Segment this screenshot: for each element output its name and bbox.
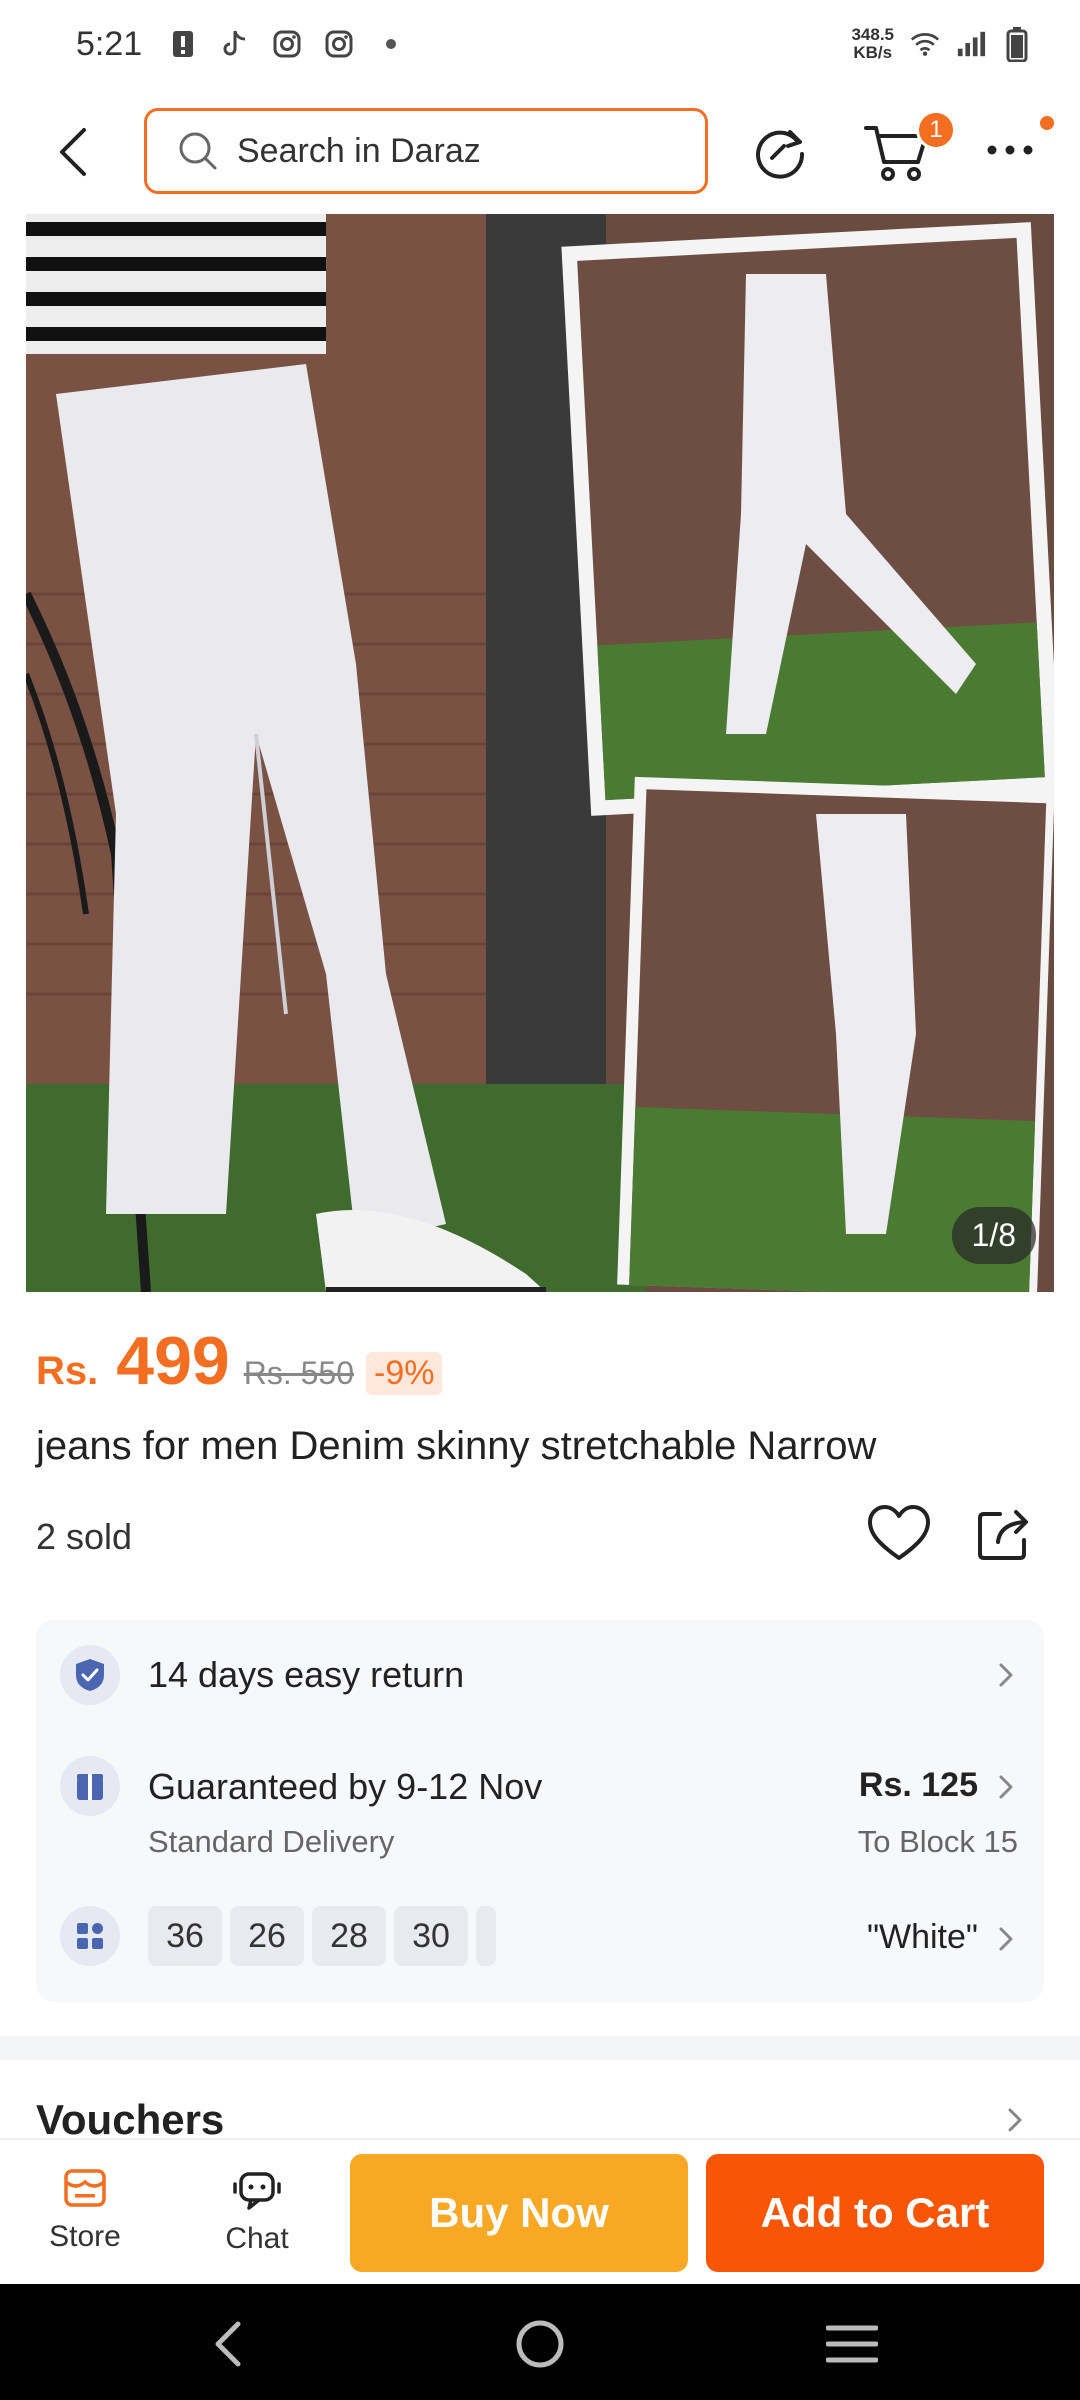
size-option-36[interactable]: 36: [148, 1906, 222, 1966]
section-divider: [0, 2036, 1080, 2060]
store-icon: [64, 2169, 106, 2207]
search-icon: [179, 132, 217, 170]
signal-icon: [956, 29, 986, 59]
selected-color: "White": [866, 1918, 978, 1956]
status-right: 348.5 KB/s: [851, 26, 1032, 62]
chevron-right-icon: [994, 1769, 1018, 1805]
system-back-icon: [215, 2321, 241, 2367]
network-speed: 348.5 KB/s: [851, 26, 894, 62]
buy-now-button[interactable]: Buy Now: [350, 2154, 688, 2272]
currency-label: Rs.: [36, 1349, 99, 1393]
grid-icon: [60, 1906, 120, 1966]
alert-icon: [168, 29, 198, 59]
delivery-fee: Rs. 125: [858, 1766, 978, 1804]
heart-icon: [868, 1505, 930, 1560]
chat-button[interactable]: Chat: [202, 2168, 312, 2264]
refresh-button[interactable]: [750, 122, 810, 182]
product-photo: [26, 214, 1054, 1292]
more-icon: [987, 145, 1033, 155]
delivery-row[interactable]: Guaranteed by 9-12 Nov Standard Delivery…: [36, 1730, 1044, 1860]
discount-badge: -9%: [366, 1352, 443, 1395]
package-icon: [60, 1756, 120, 1816]
image-counter: 1/8: [951, 1207, 1036, 1264]
refresh-icon: [756, 130, 805, 179]
chevron-right-icon: [994, 1921, 1018, 1957]
price-row: Rs. 499 Rs. 550 -9%: [36, 1322, 443, 1400]
store-label: Store: [49, 2220, 121, 2253]
delivery-type: Standard Delivery: [148, 1824, 395, 1859]
size-option-26[interactable]: 26: [230, 1906, 304, 1966]
store-button[interactable]: Store: [30, 2168, 140, 2264]
wishlist-button[interactable]: [866, 1504, 932, 1564]
size-option-28[interactable]: 28: [312, 1906, 386, 1966]
original-price: Rs. 550: [243, 1355, 354, 1391]
system-back-button[interactable]: [196, 2312, 260, 2376]
dot-icon: [376, 29, 406, 59]
instagram-icon: [324, 29, 354, 59]
return-text: 14 days easy return: [148, 1654, 465, 1695]
top-navigation: 1: [0, 96, 1080, 206]
system-home-icon: [516, 2320, 564, 2368]
chat-bot-icon: [233, 2172, 281, 2210]
wifi-icon: [910, 29, 940, 59]
more-options-button[interactable]: [982, 130, 1038, 170]
system-menu-icon: [826, 2325, 878, 2363]
bottom-action-bar: Store Chat Buy Now Add to Cart: [0, 2138, 1080, 2284]
chevron-right-icon: [994, 1657, 1018, 1693]
current-price: 499: [116, 1323, 230, 1399]
status-bar: 5:21 348.5 KB/s: [0, 0, 1080, 88]
cart-count-badge: 1: [916, 110, 956, 150]
share-button[interactable]: [974, 1504, 1034, 1564]
return-policy-row[interactable]: 14 days easy return: [36, 1620, 1044, 1730]
delivery-date: Guaranteed by 9-12 Nov: [148, 1766, 543, 1807]
size-option-partial: [476, 1906, 496, 1966]
product-title: jeans for men Denim skinny stretchable N…: [36, 1424, 877, 1468]
product-info-card: 14 days easy return Guaranteed by 9-12 N…: [36, 1620, 1044, 2002]
system-home-button[interactable]: [508, 2312, 572, 2376]
back-arrow-icon: [60, 128, 86, 176]
variant-row[interactable]: 36 26 28 30 "White": [36, 1900, 1044, 2002]
system-navigation-bar: [0, 2284, 1080, 2400]
speed-unit: KB/s: [853, 43, 893, 62]
share-icon: [978, 1510, 1028, 1560]
sold-count: 2 sold: [36, 1516, 133, 1557]
search-input[interactable]: [237, 131, 657, 171]
vouchers-heading[interactable]: Vouchers: [36, 2096, 224, 2144]
product-image-gallery[interactable]: 1/8: [26, 214, 1054, 1292]
status-time: 5:21: [76, 24, 143, 63]
notification-icons: [168, 29, 406, 59]
instagram-icon: [272, 29, 302, 59]
battery-icon: [1002, 27, 1032, 62]
notification-dot: [1040, 116, 1054, 130]
system-recents-button[interactable]: [820, 2312, 884, 2376]
chat-label: Chat: [225, 2222, 289, 2255]
tiktok-icon: [220, 29, 250, 59]
back-button[interactable]: [44, 124, 100, 180]
search-box[interactable]: [144, 108, 708, 194]
speed-value: 348.5: [851, 25, 894, 44]
size-option-30[interactable]: 30: [394, 1906, 468, 1966]
add-to-cart-button[interactable]: Add to Cart: [706, 2154, 1044, 2272]
shield-check-icon: [60, 1645, 120, 1705]
delivery-location: To Block 15: [857, 1824, 1018, 1859]
